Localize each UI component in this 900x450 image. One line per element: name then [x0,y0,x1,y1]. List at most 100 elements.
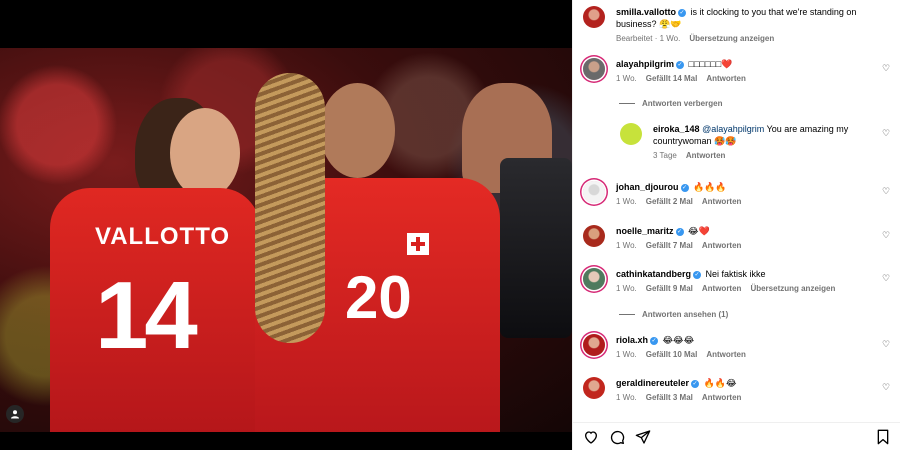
verified-icon: ✓ [650,336,659,345]
heart-icon[interactable] [583,429,599,445]
comment-likes[interactable]: Gefällt 2 Mal [646,196,693,208]
reply-button[interactable]: Antworten [706,73,746,85]
comment-body: geraldinereuteler ✓ 🔥🔥😂 1 Wo. Gefällt 3 M… [616,377,900,404]
heart-icon[interactable]: ♡ [882,64,891,73]
reply-button[interactable]: Antworten [686,150,726,162]
comment-likes[interactable]: Gefällt 3 Mal [646,392,693,404]
comment-meta: 1 Wo. Gefällt 2 Mal Antworten [616,196,867,208]
avatar[interactable] [583,6,605,28]
reply-body: eiroka_148 @alayahpilgrim You are amazin… [653,123,900,162]
heart-icon[interactable]: ♡ [882,274,891,283]
comment-age: 1 Wo. [616,350,637,359]
hide-replies-toggle[interactable]: Antworten verbergen [619,99,722,108]
jersey-number-left: 14 [95,262,198,369]
verified-icon: ✓ [691,379,700,388]
comment-meta: 1 Wo. Gefällt 10 Mal Antworten [616,349,867,361]
comment-likes[interactable]: Gefällt 7 Mal [646,240,693,252]
comment-age: 1 Wo. [616,393,637,402]
translate-link[interactable]: Übersetzung anzeigen [689,33,774,45]
view-replies-label: Antworten ansehen (1) [642,310,729,319]
heart-icon[interactable]: ♡ [882,340,891,349]
reply-mention[interactable]: @alayahpilgrim [702,124,764,134]
caption-age: 1 Wo. [659,34,681,43]
comment-username[interactable]: geraldinereuteler [616,378,689,388]
reply-button[interactable]: Antworten [702,240,742,252]
comment-meta: 1 Wo. Gefällt 14 Mal Antworten [616,73,867,85]
comment-body: riola.xh ✓ 😂😂😂 1 Wo. Gefällt 10 Mal Antwo… [616,334,900,361]
reply-button[interactable]: Antworten [702,196,742,208]
avatar[interactable] [583,377,605,399]
swiss-cross-icon [407,233,429,255]
comment-username[interactable]: johan_djourou [616,182,679,192]
reply-item: eiroka_148 @alayahpilgrim You are amazin… [620,123,900,162]
avatar[interactable] [620,123,642,145]
caption-username[interactable]: smilla.vallotto [616,7,676,17]
comment-meta: 1 Wo. Gefällt 7 Mal Antworten [616,240,867,252]
comment-username[interactable]: alayahpilgrim [616,59,674,69]
comment-body: noelle_maritz ✓ 😂❤️ 1 Wo. Gefällt 7 Mal A… [616,225,900,252]
comment-item: noelle_maritz ✓ 😂❤️ 1 Wo. Gefällt 7 Mal A… [583,225,900,252]
comment-text: 😂😂😂 [662,335,695,345]
comment-username[interactable]: noelle_maritz [616,226,674,236]
comment-meta: 1 Wo. Gefällt 3 Mal Antworten [616,392,867,404]
comment-body: johan_djourou ✓ 🔥🔥🔥 1 Wo. Gefällt 2 Mal A… [616,181,900,208]
comment-item: johan_djourou ✓ 🔥🔥🔥 1 Wo. Gefällt 2 Mal A… [583,181,900,208]
comment-age: 1 Wo. [616,284,637,293]
comment-text: Nei faktisk ikke [705,269,766,279]
send-icon[interactable] [635,429,651,445]
comment-body: alayahpilgrim ✓ □□□□□□❤️ 1 Wo. Gefällt 14… [616,58,900,85]
comment-age: 1 Wo. [616,197,637,206]
heart-icon[interactable]: ♡ [882,187,891,196]
post-media[interactable]: VALLOTTO 14 20 [0,0,572,450]
bookmark-icon[interactable] [875,429,891,445]
comment-item: alayahpilgrim ✓ □□□□□□❤️ 1 Wo. Gefällt 14… [583,58,900,85]
person-icon[interactable] [6,405,24,423]
comment-item: geraldinereuteler ✓ 🔥🔥😂 1 Wo. Gefällt 3 M… [583,377,900,404]
reply-button[interactable]: Antworten [702,392,742,404]
translate-link[interactable]: Übersetzung anzeigen [750,283,835,295]
comment-text: 😂❤️ [688,226,710,236]
player-left-head [170,108,240,198]
reply-username[interactable]: eiroka_148 [653,124,700,134]
comment-item: riola.xh ✓ 😂😂😂 1 Wo. Gefällt 10 Mal Antwo… [583,334,900,361]
verified-icon: ✓ [676,60,685,69]
thread-line [619,314,635,315]
verified-icon: ✓ [693,270,702,279]
post-action-bar [573,422,900,450]
avatar[interactable] [583,181,605,203]
verified-icon: ✓ [680,183,689,192]
reply-meta: 3 Tage Antworten [653,150,867,162]
post-photo: VALLOTTO 14 20 [0,48,572,432]
reply-button[interactable]: Antworten [706,349,746,361]
avatar[interactable] [583,58,605,80]
avatar[interactable] [583,334,605,356]
heart-icon[interactable]: ♡ [882,231,891,240]
heart-icon[interactable]: ♡ [882,383,891,392]
view-replies-toggle[interactable]: Antworten ansehen (1) [619,310,728,319]
heart-icon[interactable]: ♡ [882,129,891,138]
edited-label: Bearbeitet [616,34,653,43]
caption-meta: Bearbeitet · 1 Wo. Übersetzung anzeigen [616,33,775,45]
comment-username[interactable]: riola.xh [616,335,648,345]
hide-replies-label: Antworten verbergen [642,99,723,108]
post-caption: smilla.vallotto ✓ is it clocking to you t… [583,6,900,45]
comment-meta: 1 Wo. Gefällt 9 Mal Antworten Übersetzun… [616,283,867,295]
comments-scroll[interactable]: smilla.vallotto ✓ is it clocking to you t… [573,0,900,422]
comment-item: cathinkatandberg ✓ Nei faktisk ikke 1 Wo.… [583,268,900,295]
reply-age: 3 Tage [653,151,677,160]
reply-button[interactable]: Antworten [702,283,742,295]
comment-likes[interactable]: Gefällt 10 Mal [646,349,698,361]
thread-line [619,103,635,104]
avatar[interactable] [583,268,605,290]
comment-likes[interactable]: Gefällt 9 Mal [646,283,693,295]
comment-likes[interactable]: Gefällt 14 Mal [646,73,698,85]
comment-age: 1 Wo. [616,74,637,83]
avatar[interactable] [583,225,605,247]
player-right-head [320,83,395,178]
comment-username[interactable]: cathinkatandberg [616,269,691,279]
verified-icon: ✓ [675,227,684,236]
comment-body: cathinkatandberg ✓ Nei faktisk ikke 1 Wo.… [616,268,900,295]
comment-icon[interactable] [609,429,625,445]
jersey-number-right: 20 [345,264,412,331]
caption-body: smilla.vallotto ✓ is it clocking to you t… [616,6,900,45]
